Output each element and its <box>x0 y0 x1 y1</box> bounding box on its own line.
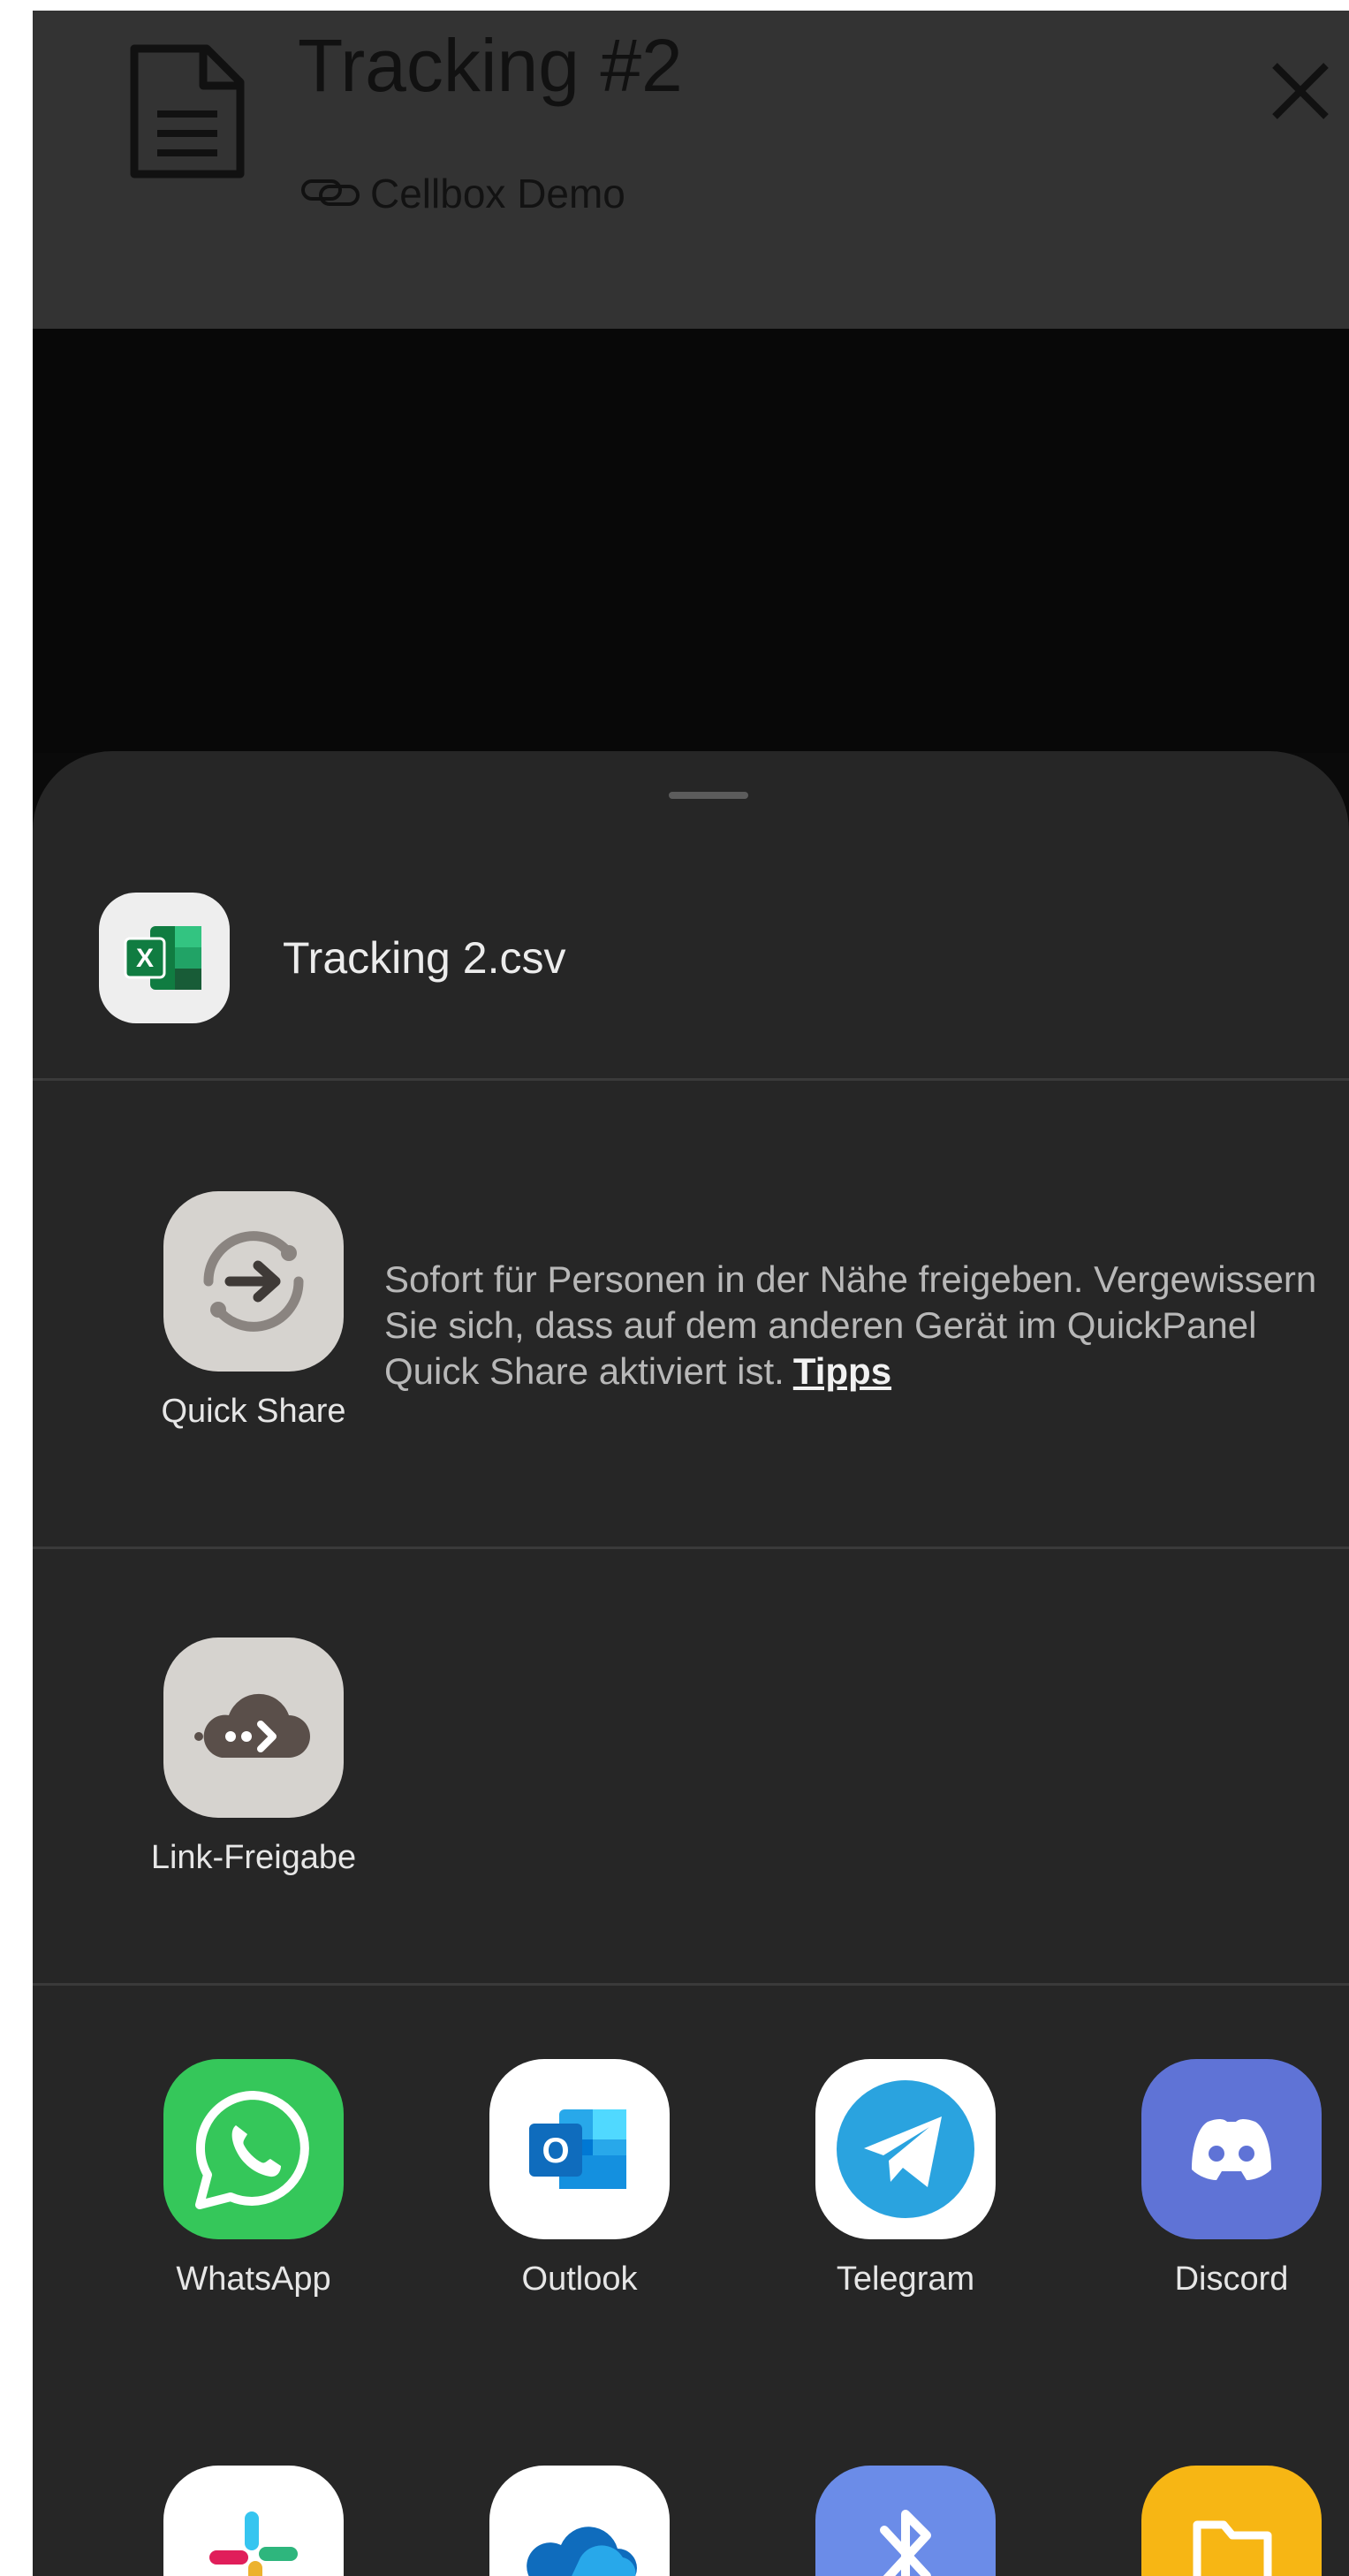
link-share-cloud-icon <box>163 1638 344 1818</box>
quick-share-description-text: Quick Share aktiviert ist. <box>384 1350 784 1392</box>
telegram-icon <box>815 2059 996 2239</box>
app-my-files[interactable] <box>1117 2466 1346 2576</box>
dimmed-content[interactable] <box>33 329 1349 753</box>
outlook-icon: O <box>489 2059 670 2239</box>
screen: Tracking #2 Cellbox Demo X Tracking 2.cs… <box>33 0 1349 2576</box>
slack-icon <box>163 2466 344 2576</box>
page-title: Tracking #2 <box>298 24 683 107</box>
dimmed-header: Tracking #2 Cellbox Demo <box>33 11 1349 329</box>
app-onedrive[interactable] <box>465 2466 694 2576</box>
quick-share-label: Quick Share <box>161 1393 346 1430</box>
app-label: Discord <box>1174 2261 1289 2298</box>
app-label: WhatsApp <box>176 2261 331 2298</box>
svg-text:O: O <box>542 2131 569 2170</box>
quick-share-description-line: Sie sich, dass auf dem anderen Gerät im … <box>384 1304 1257 1346</box>
project-name: Cellbox Demo <box>370 171 625 217</box>
drag-handle[interactable] <box>669 792 748 799</box>
excel-file-icon: X <box>99 893 230 1023</box>
app-telegram[interactable]: Telegram <box>791 2059 1020 2299</box>
app-whatsapp[interactable]: WhatsApp <box>139 2059 368 2299</box>
link-icon <box>299 174 361 214</box>
link-share-button[interactable]: Link-Freigabe <box>139 1638 368 1877</box>
link-share-label: Link-Freigabe <box>150 1839 357 1876</box>
divider <box>33 1983 1349 1986</box>
divider <box>33 1546 1349 1549</box>
document-icon <box>125 42 249 187</box>
quick-share-button[interactable]: Quick Share <box>139 1191 368 1431</box>
onedrive-icon <box>489 2466 670 2576</box>
status-strip <box>33 0 1349 11</box>
folder-icon <box>1141 2466 1322 2576</box>
app-slack[interactable] <box>139 2466 368 2576</box>
close-icon[interactable] <box>1269 60 1331 126</box>
app-outlook[interactable]: O Outlook <box>465 2059 694 2299</box>
divider <box>33 1078 1349 1081</box>
quick-share-icon <box>163 1191 344 1372</box>
app-bluetooth[interactable] <box>791 2466 1020 2576</box>
share-sheet: X Tracking 2.csv Quick Share Sofort für … <box>33 751 1349 2576</box>
app-label: Outlook <box>521 2261 638 2298</box>
whatsapp-icon <box>163 2059 344 2239</box>
app-discord[interactable]: Discord <box>1117 2059 1346 2299</box>
quick-share-description-line: Quick Share aktiviert ist. Tipps <box>384 1349 1349 1394</box>
file-name: Tracking 2.csv <box>283 933 566 983</box>
svg-text:X: X <box>136 944 154 973</box>
tips-link[interactable]: Tipps <box>793 1350 891 1392</box>
discord-icon <box>1141 2059 1322 2239</box>
quick-share-description-line: Sofort für Personen in der Nähe freigebe… <box>384 1258 1317 1300</box>
project-reference: Cellbox Demo <box>299 170 625 217</box>
bluetooth-icon <box>815 2466 996 2576</box>
quick-share-description: Sofort für Personen in der Nähe freigebe… <box>384 1257 1349 1394</box>
app-label: Telegram <box>836 2261 975 2298</box>
